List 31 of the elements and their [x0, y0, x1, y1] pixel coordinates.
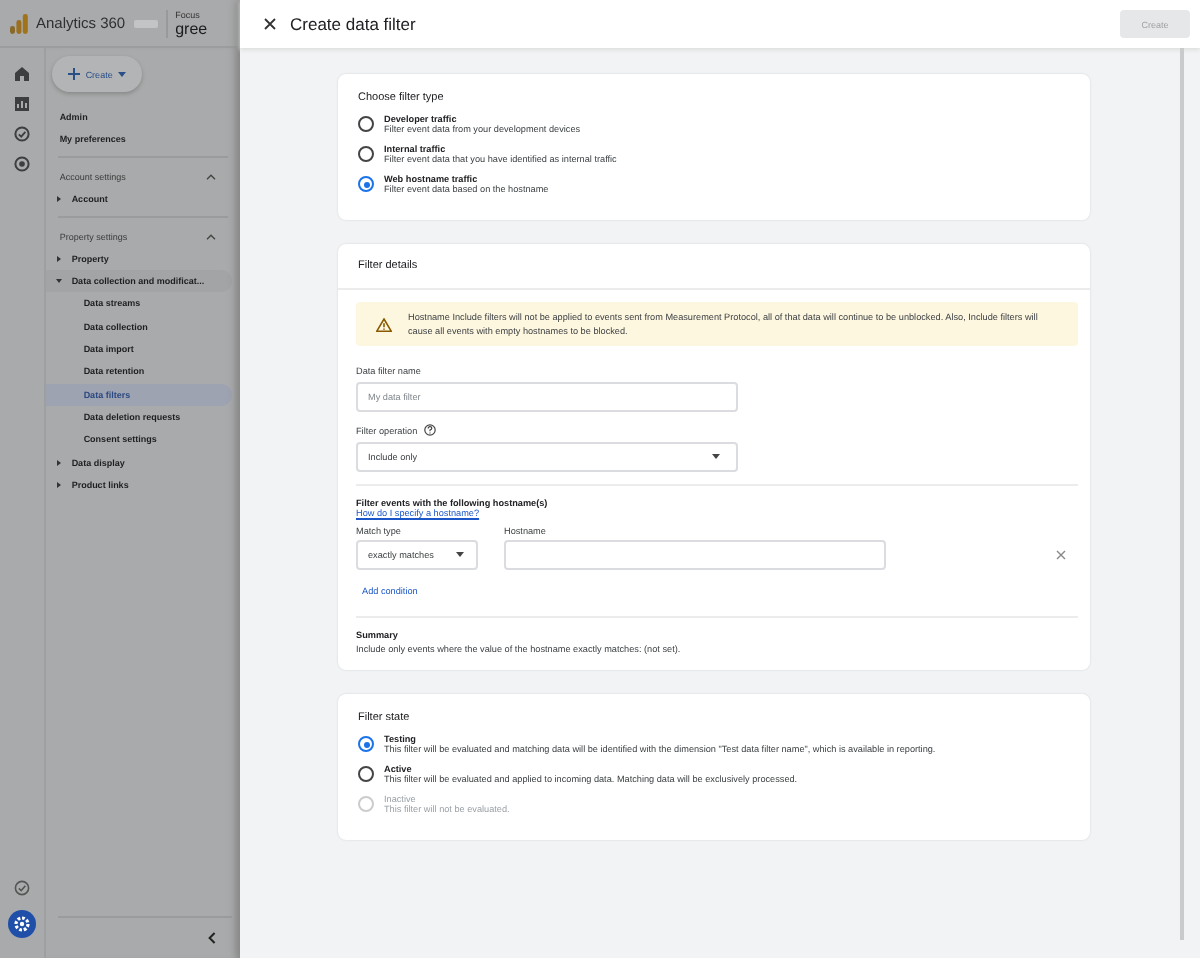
dialog-title: Create data filter — [290, 14, 418, 34]
settings-icon[interactable] — [7, 910, 36, 938]
bar-chart-logo — [10, 13, 28, 33]
caret-icon — [118, 71, 127, 77]
chevron-left-icon[interactable] — [208, 932, 216, 944]
radio-button[interactable] — [358, 146, 374, 162]
caret-right-icon — [55, 256, 62, 262]
caret-icon — [712, 454, 720, 461]
chart-icon[interactable] — [13, 96, 30, 112]
circle-check-icon[interactable] — [13, 880, 30, 896]
caret-right-icon — [55, 196, 62, 202]
circle-check-icon[interactable] — [13, 126, 30, 142]
target-icon[interactable] — [13, 156, 30, 172]
help-icon[interactable] — [423, 424, 436, 437]
hostname-input-field[interactable] — [504, 540, 886, 571]
caret-right-icon — [55, 481, 62, 488]
radio-button[interactable] — [358, 176, 374, 192]
scrollbar[interactable] — [1180, 48, 1184, 940]
radio-button[interactable] — [358, 116, 374, 132]
plus-icon — [67, 68, 80, 80]
caret-right-icon — [55, 459, 62, 466]
caret-icon — [456, 552, 464, 559]
home-icon[interactable] — [13, 66, 30, 82]
caret-down-icon — [55, 278, 62, 284]
warning-icon — [376, 317, 392, 332]
property-name[interactable]: gree — [175, 19, 208, 37]
close-icon[interactable] — [264, 18, 276, 30]
chevron-up-icon — [206, 233, 216, 239]
chevron-up-icon — [206, 173, 216, 179]
radio-button[interactable] — [358, 766, 374, 783]
radio-button[interactable] — [358, 736, 374, 753]
